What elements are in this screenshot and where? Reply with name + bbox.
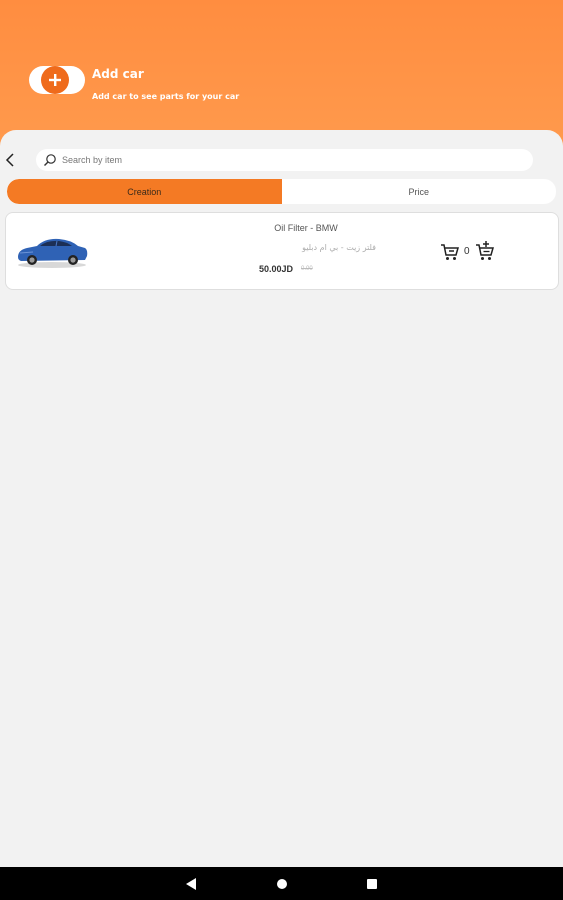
cart-quantity: 0 [464, 246, 470, 257]
nav-back-button[interactable] [186, 878, 196, 890]
nav-home-button[interactable] [277, 879, 287, 889]
tab-price[interactable]: Price [282, 179, 557, 204]
back-button[interactable] [3, 151, 17, 169]
system-nav-bar [0, 867, 563, 900]
product-price: 50.00JD [259, 264, 294, 274]
app-header [0, 0, 563, 150]
add-to-cart-button[interactable] [475, 240, 495, 262]
add-car-button[interactable] [29, 66, 85, 94]
add-car-subtitle: Add car to see parts for your car [92, 92, 240, 101]
search-icon [43, 153, 57, 167]
product-old-price: 0.00 [301, 266, 313, 272]
chevron-left-icon [5, 153, 14, 167]
tab-creation[interactable]: Creation [7, 179, 282, 204]
nav-recents-button[interactable] [367, 879, 377, 889]
sort-tabs: Creation Price [7, 179, 556, 204]
plus-icon [41, 66, 69, 94]
remove-from-cart-button[interactable] [440, 242, 460, 262]
product-name: Oil Filter - BMW [274, 223, 338, 233]
search-input[interactable] [62, 155, 482, 165]
product-image [18, 238, 88, 268]
add-car-title: Add car [92, 67, 144, 81]
product-card[interactable]: Oil Filter - BMW فلتر زيت - بي ام دبليو … [5, 212, 559, 290]
search-bar[interactable] [36, 149, 533, 171]
product-name-arabic: فلتر زيت - بي ام دبليو [302, 243, 376, 252]
